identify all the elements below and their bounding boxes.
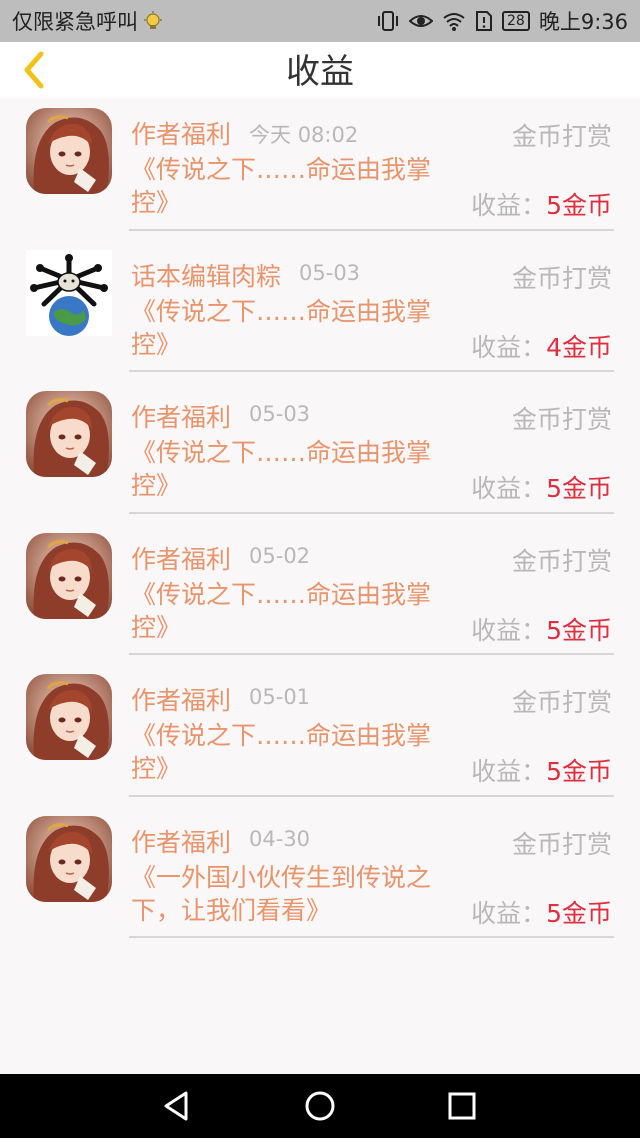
work-title: 《传说之下……命运由我掌控》 — [131, 155, 432, 217]
page-title: 收益 — [286, 52, 354, 92]
earning-date: 今天 08:02 — [249, 123, 359, 147]
clock: 晚上9:36 — [538, 10, 628, 34]
earning-amount: 收益：5金币 — [471, 894, 612, 930]
earning-label: 收益： — [471, 898, 547, 928]
square-recents-icon — [448, 1092, 476, 1120]
eye-icon — [409, 10, 433, 32]
nav-recents-button[interactable] — [442, 1086, 482, 1126]
row-divider — [129, 936, 614, 938]
earning-type: 金币打赏 — [511, 688, 612, 717]
row-divider — [129, 511, 614, 514]
nav-back-button[interactable] — [157, 1086, 197, 1126]
earning-date: 04-30 — [249, 826, 311, 851]
earning-amount: 收益：5金币 — [471, 752, 612, 788]
earning-type: 金币打赏 — [511, 122, 612, 151]
work-title: 《一外国小伙传生到传说之下，让我们看看》 — [131, 862, 432, 925]
anime-girl-avatar-icon — [26, 391, 112, 477]
wifi-icon — [442, 10, 466, 32]
anime-girl-avatar-icon — [26, 674, 112, 760]
work-title: 《传说之下……命运由我掌控》 — [131, 296, 432, 359]
work-title: 《传说之下……命运由我掌控》 — [131, 579, 432, 642]
row-divider — [129, 370, 614, 372]
earning-date: 05-02 — [249, 543, 311, 568]
back-button[interactable] — [14, 50, 54, 90]
avatar — [26, 249, 112, 336]
nav-home-button[interactable] — [300, 1086, 340, 1126]
sender-name: 作者福利 — [131, 120, 232, 149]
sender-name: 作者福利 — [131, 686, 232, 715]
status-bar: 仅限紧急呼叫 28 晚上9:36 — [0, 0, 640, 42]
system-nav-bar — [0, 1074, 640, 1138]
avatar — [26, 674, 112, 760]
earning-date: 05-01 — [249, 685, 311, 709]
earning-row[interactable]: 作者福利 05-01 金币打赏 《传说之下……命运由我掌控》 收益：5金币 — [0, 664, 640, 806]
carrier-text: 仅限紧急呼叫 — [12, 10, 138, 34]
anime-girl-avatar-icon — [26, 815, 112, 902]
earning-label: 收益： — [471, 332, 547, 362]
earning-row[interactable]: 话本编辑肉粽 05-03 金币打赏 《传说之下……命运由我掌控》 收益：4金币 — [0, 240, 640, 382]
earning-label: 收益： — [471, 191, 547, 220]
earnings-list: 作者福利 今天 08:02 金币打赏 《传说之下……命运由我掌控》 收益：5金币… — [0, 98, 640, 947]
chevron-left-icon — [24, 51, 44, 89]
earning-date: 05-03 — [249, 402, 311, 426]
earning-type: 金币打赏 — [511, 263, 612, 293]
avatar — [26, 391, 112, 477]
avatar — [26, 532, 112, 619]
row-divider — [129, 228, 614, 231]
sender-name: 话本编辑肉粽 — [131, 261, 282, 291]
earning-date: 05-03 — [299, 260, 361, 285]
avatar — [26, 108, 112, 194]
battery-indicator: 28 — [502, 11, 530, 31]
earning-row[interactable]: 作者福利 05-03 金币打赏 《传说之下……命运由我掌控》 收益：5金币 — [0, 381, 640, 523]
earning-row[interactable]: 作者福利 今天 08:02 金币打赏 《传说之下……命运由我掌控》 收益：5金币 — [0, 98, 640, 240]
sender-name: 作者福利 — [131, 403, 232, 432]
sender-name: 作者福利 — [131, 544, 232, 574]
earning-row[interactable]: 作者福利 05-02 金币打赏 《传说之下……命运由我掌控》 收益：5金币 — [0, 523, 640, 665]
work-title: 《传说之下……命运由我掌控》 — [131, 438, 432, 500]
earning-amount: 收益：4金币 — [471, 328, 612, 364]
sim-alert-icon — [475, 10, 493, 32]
sender-name: 作者福利 — [131, 827, 232, 857]
globe-mascot-avatar-icon — [26, 249, 112, 336]
earning-label: 收益： — [471, 615, 547, 645]
circle-home-icon — [305, 1091, 335, 1121]
earning-type: 金币打赏 — [511, 405, 612, 434]
vibrate-icon — [376, 10, 400, 32]
anime-girl-avatar-icon — [26, 532, 112, 619]
earning-label: 收益： — [471, 757, 547, 786]
amount-value: 5金币 — [546, 474, 612, 503]
earning-label: 收益： — [471, 474, 547, 503]
anime-girl-avatar-icon — [26, 108, 112, 194]
row-divider — [129, 653, 614, 655]
amount-value: 5金币 — [546, 615, 612, 645]
amount-value: 5金币 — [546, 191, 612, 220]
amount-value: 5金币 — [546, 757, 612, 786]
earning-amount: 收益：5金币 — [471, 469, 612, 505]
amount-value: 5金币 — [546, 898, 612, 928]
amount-value: 4金币 — [546, 332, 612, 362]
earning-type: 金币打赏 — [511, 546, 612, 576]
earning-type: 金币打赏 — [511, 829, 612, 859]
top-app-bar: 收益 — [0, 42, 640, 98]
earning-amount: 收益：5金币 — [471, 186, 612, 222]
earning-row[interactable]: 作者福利 04-30 金币打赏 《一外国小伙传生到传说之下，让我们看看》 收益：… — [0, 806, 640, 948]
work-title: 《传说之下……命运由我掌控》 — [131, 721, 432, 783]
triangle-back-icon — [164, 1091, 188, 1121]
avatar — [26, 815, 112, 902]
earning-amount: 收益：5金币 — [471, 611, 612, 647]
row-divider — [129, 794, 614, 797]
bulb-icon — [142, 10, 164, 32]
